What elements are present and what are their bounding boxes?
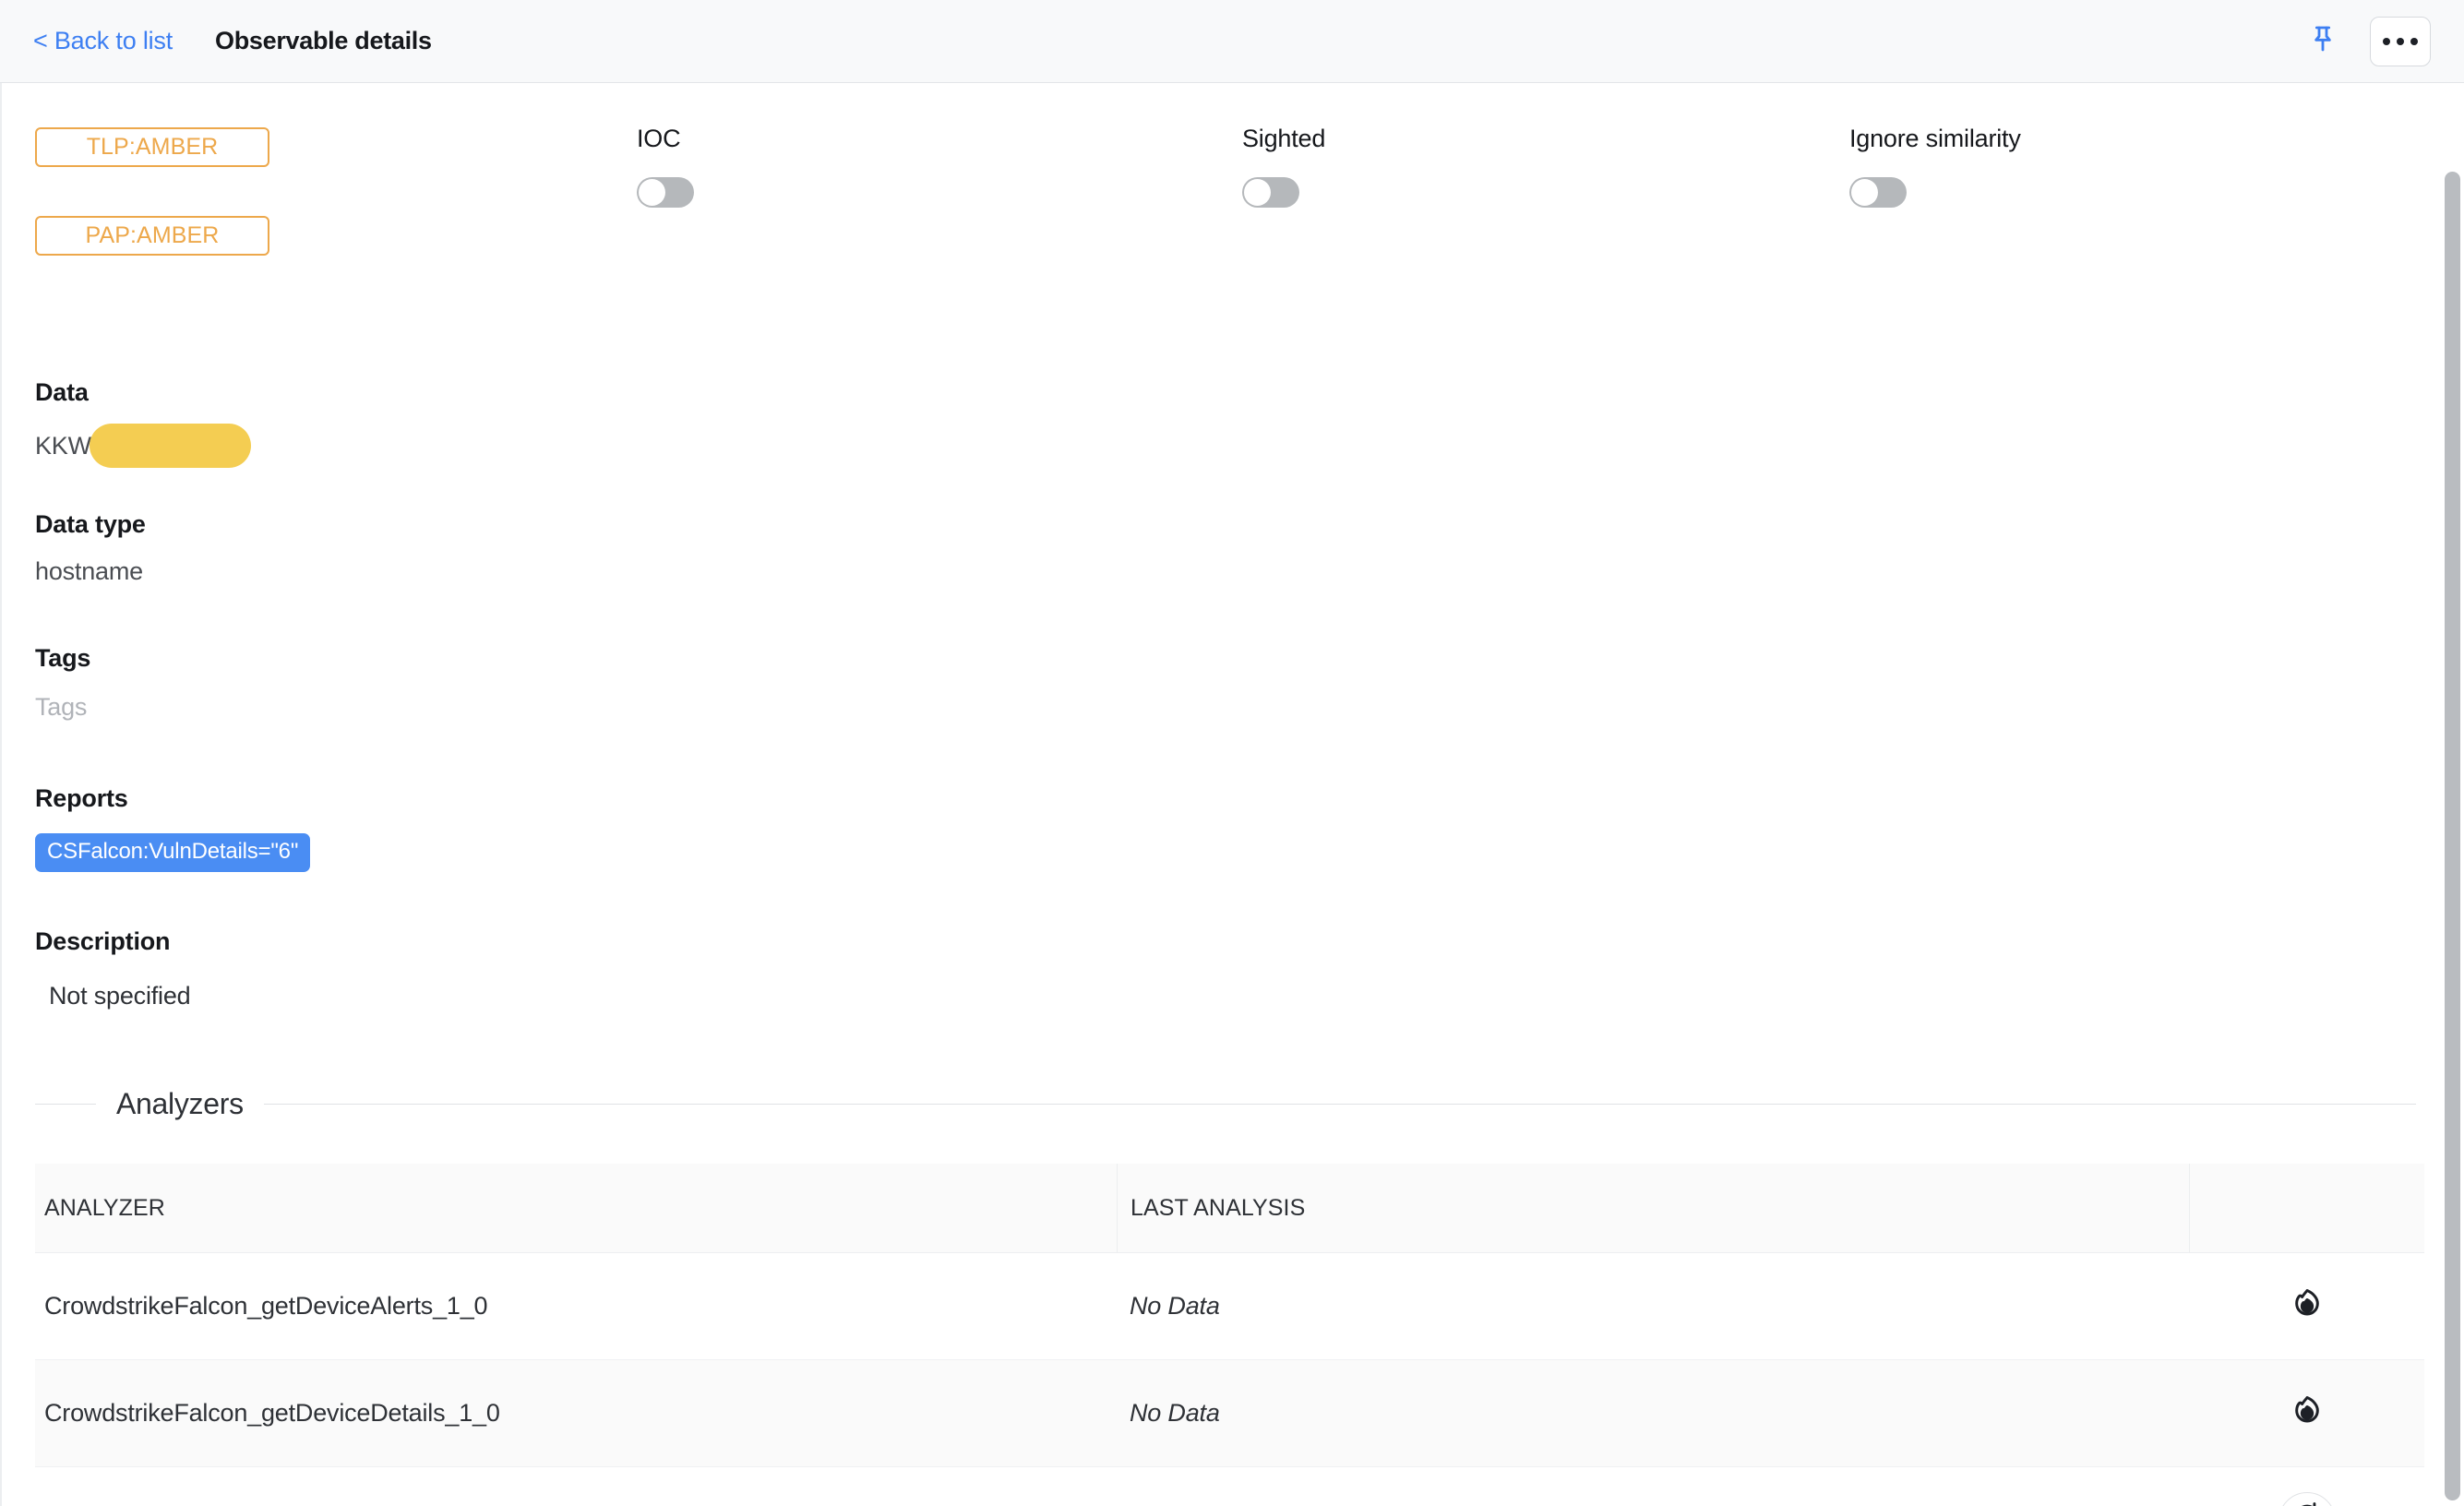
legend-rule-right (263, 1103, 2416, 1106)
last-analysis-cell: ✓ 07/08/2024 12:54 (1117, 1467, 2189, 1506)
data-redaction-bar (89, 424, 251, 468)
tags-field: Tags Tags (35, 644, 90, 722)
page-title: Observable details (215, 27, 432, 54)
column-header-action (2189, 1164, 2424, 1252)
report-chip[interactable]: CSFalcon:VulnDetails="6" (35, 833, 311, 872)
ignore-similarity-toggle-group: Ignore similarity (1849, 125, 2021, 208)
column-header-last-analysis: LAST ANALYSIS (1117, 1164, 2189, 1252)
ioc-label: IOC (637, 125, 681, 152)
details-scroll-area: TLP:AMBER PAP:AMBER IOC Sighted Ignore s… (0, 83, 2464, 1506)
column-header-analyzer: ANALYZER (44, 1194, 165, 1221)
data-value: KKW (35, 431, 91, 460)
description-value: Not specified (49, 982, 191, 1010)
sighted-toggle[interactable] (1242, 177, 1299, 208)
back-to-list-link[interactable]: < Back to list (33, 27, 173, 55)
vertical-scrollbar-thumb[interactable] (2445, 172, 2460, 1500)
run-analyzer-button[interactable] (2285, 1285, 2329, 1329)
ignore-similarity-toggle[interactable] (1849, 177, 1907, 208)
no-data-text: No Data (1130, 1292, 1220, 1320)
analyzers-legend: Analyzers (35, 1087, 2416, 1121)
data-type-field: Data type hostname (35, 510, 146, 586)
toggle-knob (1244, 179, 1271, 206)
table-row: CrowdstrikeFalcon_getDeviceAlerts_1_0 No… (35, 1253, 2424, 1360)
data-value-row: KKW (35, 424, 251, 468)
row-action-cell (2189, 1360, 2424, 1466)
data-type-label: Data type (35, 510, 146, 538)
last-analysis-cell: No Data (1117, 1253, 2189, 1359)
analyzer-name: CrowdstrikeFalcon_getDeviceDetails_1_0 (44, 1399, 500, 1427)
ellipsis-icon (2383, 37, 2418, 45)
run-analyzer-button[interactable] (2285, 1392, 2329, 1436)
row-action-cell (2189, 1253, 2424, 1359)
pin-icon (2308, 23, 2338, 59)
last-analysis-cell: No Data (1117, 1360, 2189, 1466)
analyzer-name: CrowdstrikeFalcon_getDeviceAlerts_1_0 (44, 1292, 488, 1320)
reports-label: Reports (35, 784, 128, 812)
sighted-toggle-group: Sighted (1242, 125, 1325, 208)
pap-badge[interactable]: PAP:AMBER (35, 216, 269, 256)
sighted-label: Sighted (1242, 125, 1326, 152)
ioc-toggle-group: IOC (637, 125, 694, 208)
topbar-actions (2303, 16, 2431, 66)
reports-field: Reports CSFalcon:VulnDetails="6" (35, 784, 311, 872)
top-bar: < Back to list Observable details (0, 0, 2464, 83)
classification-badges: TLP:AMBER PAP:AMBER (35, 127, 269, 256)
refresh-icon (2291, 1501, 2323, 1506)
analyzers-table: ANALYZER LAST ANALYSIS CrowdstrikeFalcon… (35, 1164, 2424, 1506)
tags-input[interactable]: Tags (35, 693, 90, 722)
data-label: Data (35, 378, 89, 406)
data-field: Data KKW (35, 378, 251, 468)
vertical-scrollbar-track[interactable] (2440, 83, 2464, 1506)
table-row: + CrowdstrikeFalcon_GetDeviceVulnerabili… (35, 1467, 2424, 1506)
refresh-analyzer-button[interactable] (2278, 1491, 2336, 1506)
no-data-text: No Data (1130, 1399, 1220, 1427)
toggle-knob (639, 179, 665, 206)
description-label: Description (35, 927, 171, 955)
more-options-button[interactable] (2370, 16, 2431, 66)
flame-icon (2291, 1394, 2323, 1432)
table-row: CrowdstrikeFalcon_getDeviceDetails_1_0 N… (35, 1360, 2424, 1467)
description-field: Description Not specified (35, 927, 191, 1010)
tlp-badge[interactable]: TLP:AMBER (35, 127, 269, 167)
row-action-cell (2189, 1467, 2424, 1506)
toggle-knob (1851, 179, 1878, 206)
pin-button[interactable] (2303, 22, 2342, 61)
analyzers-legend-text: Analyzers (116, 1087, 244, 1120)
data-type-value: hostname (35, 557, 143, 585)
flame-icon (2291, 1287, 2323, 1325)
ignore-similarity-label: Ignore similarity (1849, 125, 2021, 152)
legend-rule-left (35, 1103, 96, 1106)
analyzer-name-cell: + CrowdstrikeFalcon_GetDeviceVulnerabili… (35, 1467, 1117, 1506)
observable-details-page: < Back to list Observable details TLP:AM… (0, 0, 2464, 1506)
ioc-toggle[interactable] (637, 177, 694, 208)
table-header-row: ANALYZER LAST ANALYSIS (35, 1164, 2424, 1253)
tags-label: Tags (35, 644, 91, 672)
